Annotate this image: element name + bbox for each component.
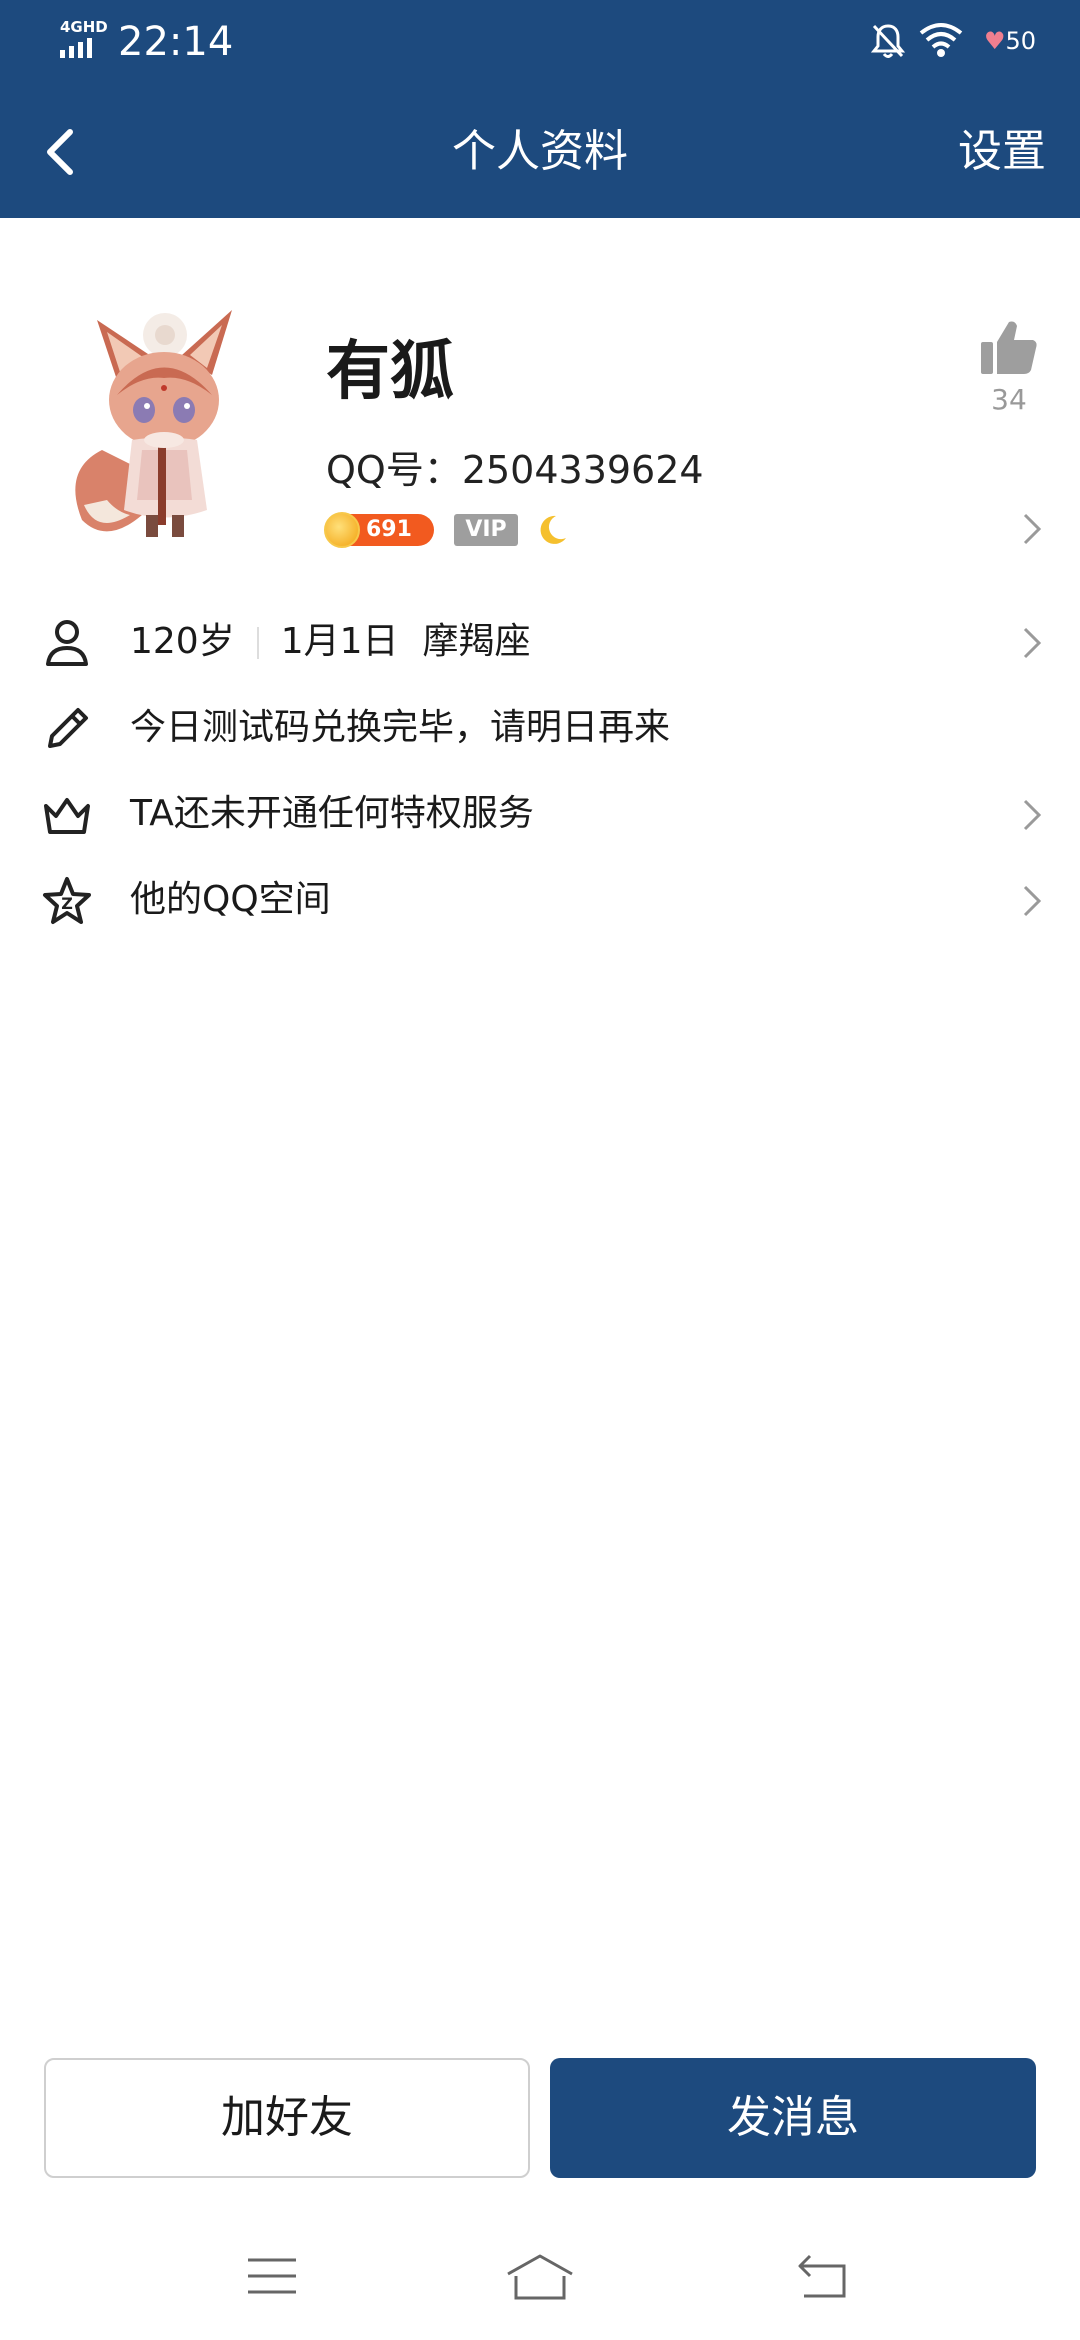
qzone-text: 他的QQ空间 [130,879,331,920]
bell-muted-icon [870,24,906,58]
info-row-privileges[interactable]: TA还未开通任何特权服务 [0,774,1080,854]
info-row-qzone[interactable]: Z 他的QQ空间 [0,860,1080,940]
avatar[interactable] [62,300,262,550]
age: 120岁 [130,621,235,662]
qq-number: QQ号：2504339624 [326,448,704,492]
chevron-right-icon [1023,627,1042,659]
signal-icon: 4GHD [58,18,108,60]
crown-icon [44,798,90,834]
star-icon: Z [43,877,91,924]
moon-icon[interactable] [534,512,570,548]
coin-badge[interactable]: 691 [324,512,434,548]
coin-count: 691 [366,517,412,542]
like-button[interactable]: 34 [974,318,1044,418]
divider [256,627,259,659]
info-basic-text: 120岁 1月1日 摩羯座 [130,614,531,670]
settings-button[interactable]: 设置 [958,122,1046,182]
page-title: 个人资料 [452,126,628,177]
vip-badge[interactable]: VIP [454,514,518,546]
battery-level: 50 [1005,27,1037,55]
heart-battery-icon: ♥ [984,27,1006,55]
menu-icon[interactable] [244,2252,300,2302]
zodiac: 摩羯座 [422,621,531,662]
coin-icon [324,512,360,548]
status-time: 22:14 [118,19,234,65]
pencil-icon [48,708,88,748]
system-nav-bar [0,2230,1080,2340]
svg-text:Z: Z [61,894,73,913]
battery-indicator: ♥50 [984,24,1036,58]
home-icon[interactable] [504,2252,576,2302]
info-row-basic[interactable]: 120岁 1月1日 摩羯座 [0,602,1080,682]
profile-name: 有狐 [326,335,454,409]
add-friend-button[interactable]: 加好友 [44,2058,530,2178]
chevron-right-icon [1023,885,1042,917]
info-row-signature: 今日测试码兑换完毕，请明日再来 [0,688,1080,768]
header: 个人资料 设置 [0,84,1080,218]
signature-text: 今日测试码兑换完毕，请明日再来 [130,707,671,748]
chevron-right-icon [1023,799,1042,831]
privileges-text: TA还未开通任何特权服务 [130,793,534,834]
network-type: 4GHD [60,18,108,36]
person-icon [46,620,88,666]
back-nav-icon[interactable] [796,2252,852,2302]
thumbs-up-icon [981,321,1037,374]
birthday: 1月1日 [280,621,399,662]
status-bar: 4GHD 22:14 ♥50 [0,0,1080,84]
like-count: 34 [991,383,1027,416]
send-message-button[interactable]: 发消息 [550,2058,1036,2178]
chevron-right-icon[interactable] [1020,510,1044,548]
wifi-icon [919,23,963,57]
